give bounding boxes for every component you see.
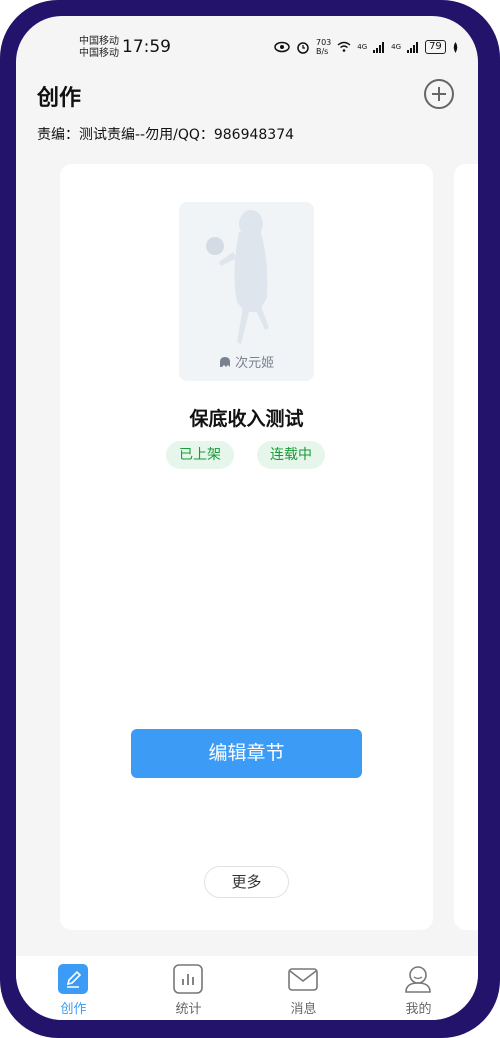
carrier-info: 中国移动 中国移动 — [79, 36, 119, 60]
tab-create-label: 创作 — [60, 1002, 87, 1017]
network-type-1: 4G — [357, 43, 368, 51]
more-button[interactable]: 更多 — [204, 866, 289, 898]
tab-messages[interactable]: 消息 — [246, 956, 361, 1020]
next-book-card[interactable] — [454, 164, 478, 930]
tab-create[interactable]: 创作 — [16, 956, 131, 1020]
leaf-icon — [453, 41, 458, 53]
network-type-2: 4G — [391, 43, 402, 51]
cover-logo-text: 次元姬 — [235, 356, 275, 371]
alarm-icon — [297, 42, 309, 54]
book-card: 次元姬 保底收入测试 已上架 连载中 编辑章节 更多 — [60, 164, 433, 930]
user-icon — [405, 966, 431, 993]
mail-icon — [288, 968, 318, 991]
status-badge-published: 已上架 — [166, 441, 234, 469]
cover-logo: 次元姬 — [179, 352, 314, 371]
screen: 中国移动 中国移动 17:59 703 B/s 4G 4G 79 创作 责编：测… — [16, 16, 478, 1020]
carrier-2: 中国移动 — [79, 48, 119, 59]
chart-icon — [173, 964, 203, 994]
book-cover[interactable]: 次元姬 — [179, 202, 314, 381]
signal-icon-2 — [407, 41, 419, 53]
battery-indicator: 79 — [425, 40, 446, 54]
editor-contact: 责编：测试责编--勿用/QQ：986948374 — [37, 127, 295, 143]
eye-icon — [274, 41, 290, 53]
tab-profile[interactable]: 我的 — [361, 956, 476, 1020]
status-icons: 703 B/s 4G 4G 79 — [274, 38, 459, 56]
signal-icon — [373, 41, 385, 53]
net-speed: 703 B/s — [316, 38, 332, 56]
tab-profile-label: 我的 — [405, 1002, 432, 1017]
book-title: 保底收入测试 — [189, 408, 304, 430]
edit-icon — [58, 964, 88, 994]
tab-messages-label: 消息 — [290, 1002, 317, 1017]
edit-chapters-button[interactable]: 编辑章节 — [131, 729, 362, 778]
carrier-1: 中国移动 — [79, 36, 119, 47]
phone-frame: 中国移动 中国移动 17:59 703 B/s 4G 4G 79 创作 责编：测… — [0, 0, 500, 1038]
wifi-icon — [337, 41, 351, 52]
clock: 17:59 — [122, 37, 171, 57]
tab-stats-label: 统计 — [175, 1002, 202, 1017]
status-badge-serializing: 连载中 — [257, 441, 325, 469]
status-bar: 中国移动 中国移动 17:59 703 B/s 4G 4G 79 — [16, 16, 478, 80]
page-title: 创作 — [37, 86, 82, 111]
tab-stats[interactable]: 统计 — [131, 956, 246, 1020]
bottom-tab-bar: 创作 统计 消息 我的 — [16, 956, 478, 1020]
add-book-button[interactable] — [424, 79, 454, 109]
ghost-icon — [219, 357, 230, 367]
